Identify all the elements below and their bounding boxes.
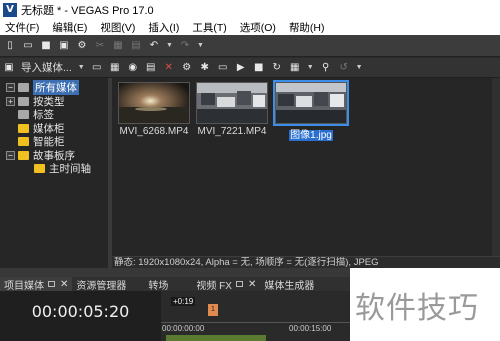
redo-dropdown-icon[interactable]: ▼ — [197, 42, 204, 49]
tab-explorer[interactable]: 资源管理器 — [72, 277, 130, 292]
folder-icon — [18, 151, 29, 160]
effects-gear-icon[interactable]: ⚙ — [181, 62, 193, 74]
main-toolbar: ▯ ▭ ■ ▣ ⚙ ✂ ▦ ▤ ↶ ▼ ↷ ▼ — [0, 35, 500, 57]
media-grid: MVI_6268.MP4 MVI_7221.MP4 图像1.jpg — [112, 78, 500, 256]
properties-icon[interactable]: ▤ — [145, 62, 157, 74]
menu-help[interactable]: 帮助(H) — [289, 20, 325, 35]
loop-icon[interactable]: ↻ — [271, 62, 283, 74]
tree-item-smart-bin[interactable]: 智能柜 — [18, 135, 65, 148]
tab-project-media[interactable]: 项目媒体 ✕ — [0, 277, 73, 292]
settings-gear-icon[interactable]: ⚙ — [76, 40, 88, 52]
watermark-text: 软件技巧 — [355, 291, 479, 326]
media-name-selected: 图像1.jpg — [289, 130, 333, 141]
cut-icon[interactable]: ✂ — [94, 40, 106, 52]
stop-icon[interactable]: ■ — [253, 62, 265, 74]
paste-icon[interactable]: ▤ — [130, 40, 142, 52]
bin-icon[interactable]: ▭ — [217, 62, 229, 74]
tree-item-tags[interactable]: 标签 — [18, 108, 54, 121]
refresh-icon[interactable]: ↺ — [338, 62, 350, 74]
views-dropdown-icon[interactable]: ▼ — [307, 64, 314, 71]
menu-insert[interactable]: 插入(I) — [148, 20, 179, 35]
village-image-thumbnail — [276, 83, 346, 123]
vertical-scrollbar[interactable] — [492, 78, 500, 256]
window-title: 无标题 * - VEGAS Pro 17.0 — [21, 4, 154, 17]
menu-view[interactable]: 视图(V) — [100, 20, 135, 35]
media-toolbar: ▣ 导入媒体... ▼ ▭ ▦ ◉ ▤ ✕ ⚙ ✱ ▭ ▶ ■ ↻ ▦ ▼ ⚲ … — [0, 58, 500, 78]
import-media-button[interactable]: 导入媒体... — [21, 60, 72, 75]
redo-icon[interactable]: ↷ — [179, 40, 191, 52]
title-bar: V 无标题 * - VEGAS Pro 17.0 — [0, 0, 500, 19]
tab-video-fx[interactable]: 视频 FX ✕ — [192, 277, 260, 292]
remove-icon[interactable]: ✕ — [163, 62, 175, 74]
refresh-dropdown-icon[interactable]: ▼ — [356, 64, 363, 71]
cursor-offset: +0:19 — [171, 297, 196, 306]
vegas-logo-icon: V — [3, 2, 17, 17]
tree-item-main-timeline[interactable]: 主时间轴 — [34, 162, 91, 175]
restore-window-icon[interactable] — [48, 281, 55, 287]
menu-edit[interactable]: 编辑(E) — [52, 20, 87, 35]
get-media-icon[interactable]: ▦ — [109, 62, 121, 74]
open-folder-icon[interactable]: ▭ — [22, 40, 34, 52]
save-icon[interactable]: ■ — [40, 40, 52, 52]
import-media-icon[interactable]: ▣ — [3, 62, 15, 74]
timecode-display[interactable]: 00:00:05:20 — [0, 302, 161, 321]
views-icon[interactable]: ▦ — [289, 62, 301, 74]
folder-icon — [18, 97, 29, 106]
menu-options[interactable]: 选项(O) — [240, 20, 276, 35]
timeline-track-event[interactable] — [166, 335, 266, 341]
sunset-thumbnail-image — [119, 83, 189, 123]
tree-item-all-media[interactable]: − 所有媒体 — [6, 80, 79, 95]
close-icon[interactable]: ✕ — [60, 279, 68, 290]
marker-flag-icon[interactable]: 1 — [208, 304, 218, 316]
clean-media-icon[interactable]: ✱ — [199, 62, 211, 74]
timeline-time-panel: 00:00:05:20 — [0, 291, 161, 341]
play-icon[interactable]: ▶ — [235, 62, 247, 74]
time-ruler[interactable]: 00:00:00:00 00:00:15:00 — [161, 322, 350, 333]
media-bins-tree: − 所有媒体 + 按类型 标签 媒体柜 智能柜 − 故事板序 主时间轴 — [0, 78, 108, 268]
copy-icon[interactable]: ▦ — [112, 40, 124, 52]
collapse-icon[interactable]: − — [6, 83, 15, 92]
media-thumbnail-selected[interactable] — [273, 80, 349, 126]
menu-bar: 文件(F) 编辑(E) 视图(V) 插入(I) 工具(T) 选项(O) 帮助(H… — [0, 19, 500, 35]
folder-icon — [18, 137, 29, 146]
village-thumbnail-image — [197, 83, 267, 123]
folder-icon — [18, 124, 29, 133]
close-icon[interactable]: ✕ — [248, 279, 256, 290]
undo-dropdown-icon[interactable]: ▼ — [166, 42, 173, 49]
collapse-icon[interactable]: − — [6, 151, 15, 160]
restore-window-icon[interactable] — [235, 281, 243, 287]
dock-tabs: 项目媒体 ✕ 资源管理器 转场 视频 FX ✕ 媒体生成器 — [0, 277, 350, 292]
media-thumbnail[interactable] — [196, 82, 268, 124]
import-dropdown-icon[interactable]: ▼ — [78, 64, 85, 71]
timeline-ruler-panel: +0:19 1 00:00:00:00 00:00:15:00 — [161, 291, 350, 341]
tab-transitions[interactable]: 转场 — [144, 277, 172, 292]
folder-icon — [34, 164, 45, 173]
search-icon[interactable]: ⚲ — [320, 62, 332, 74]
burn-disc-icon[interactable]: ◉ — [127, 62, 139, 74]
media-name: MVI_6268.MP4 — [119, 126, 189, 137]
ruler-label-start: 00:00:00:00 — [162, 324, 205, 333]
menu-file[interactable]: 文件(F) — [5, 20, 39, 35]
menu-tools[interactable]: 工具(T) — [192, 20, 226, 35]
expand-icon[interactable]: + — [6, 97, 15, 106]
tab-media-generators[interactable]: 媒体生成器 — [260, 277, 318, 292]
folder-icon — [18, 83, 29, 92]
media-thumbnail[interactable] — [118, 82, 190, 124]
ruler-label-15s: 00:00:15:00 — [289, 324, 332, 333]
capture-icon[interactable]: ▭ — [91, 62, 103, 74]
undo-icon[interactable]: ↶ — [148, 40, 160, 52]
media-name: MVI_7221.MP4 — [197, 126, 267, 137]
new-file-icon[interactable]: ▯ — [4, 40, 16, 52]
folder-icon — [18, 110, 29, 119]
save-as-icon[interactable]: ▣ — [58, 40, 70, 52]
media-info-status: 静态: 1920x1080x24, Alpha = 无, 场顺序 = 无(逐行扫… — [112, 256, 500, 268]
